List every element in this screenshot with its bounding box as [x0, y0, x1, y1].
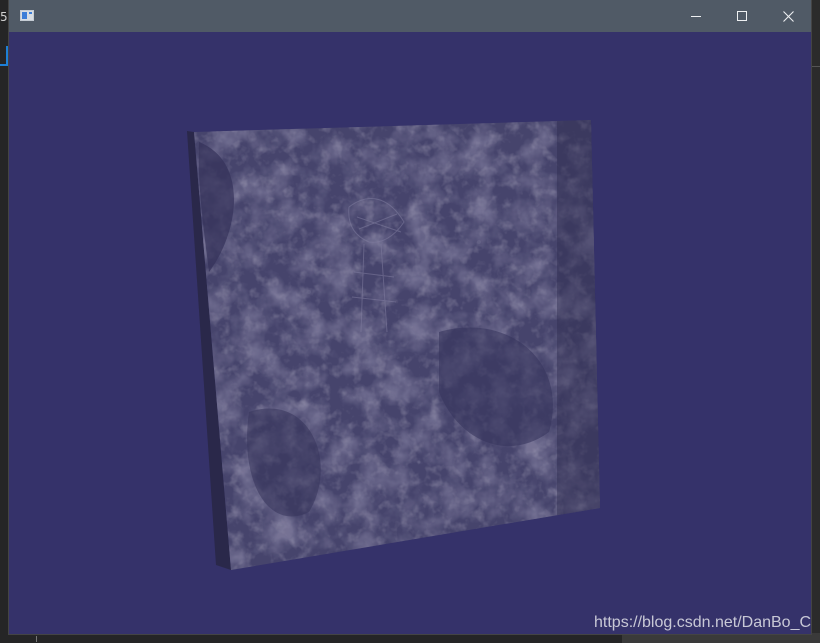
maximize-button[interactable]: [719, 0, 765, 32]
close-button[interactable]: [765, 0, 811, 32]
minimize-icon: [691, 16, 701, 17]
render-viewport[interactable]: https://blog.csdn.net/DanBo_C: [9, 32, 811, 634]
background-app-right-edge: [810, 0, 820, 643]
app-window: https://blog.csdn.net/DanBo_C: [9, 0, 811, 634]
app-icon[interactable]: [20, 10, 34, 21]
close-icon: [782, 10, 794, 22]
window-titlebar[interactable]: [9, 0, 811, 32]
maximize-icon: [737, 11, 747, 21]
minimize-button[interactable]: [673, 0, 719, 32]
rendered-scene: [187, 120, 600, 570]
background-app-divider: [810, 66, 820, 67]
background-app-marker: [36, 636, 37, 642]
watermark-text: https://blog.csdn.net/DanBo_C: [594, 614, 811, 631]
cube-texture: [194, 120, 600, 570]
background-app-statusbar: [622, 633, 820, 643]
